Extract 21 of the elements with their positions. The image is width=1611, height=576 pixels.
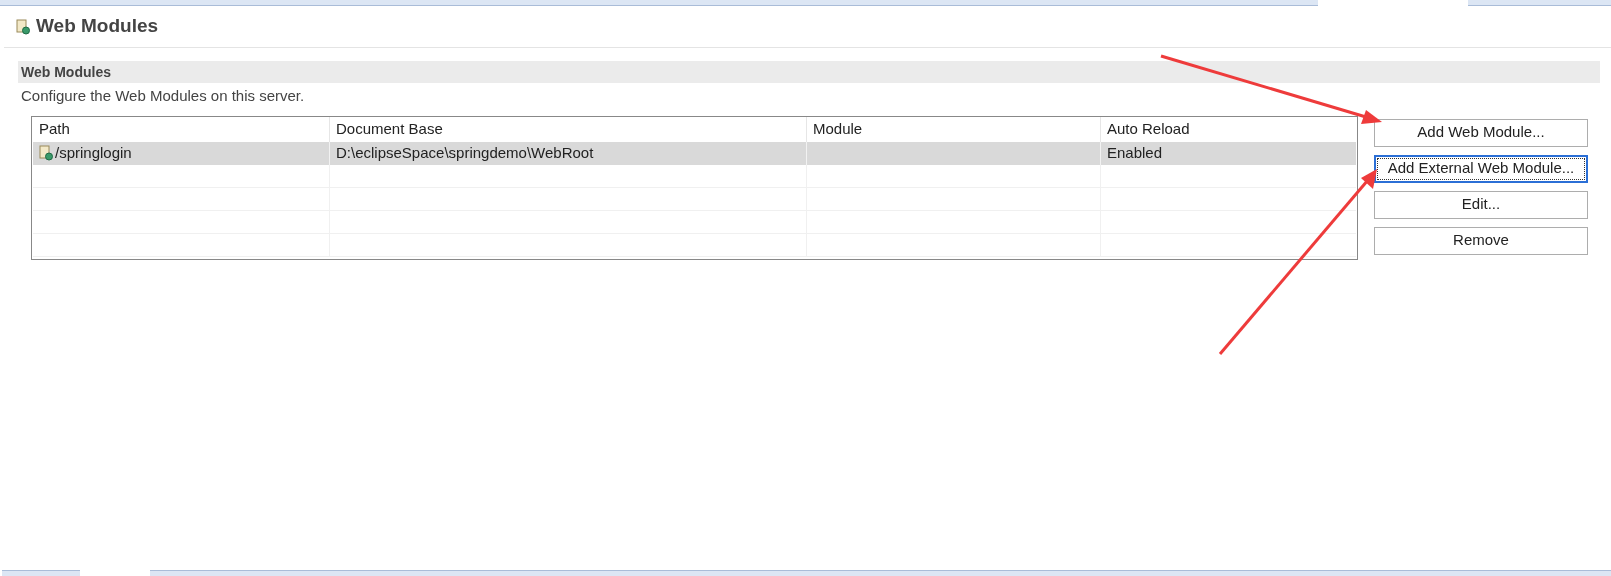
module-icon — [16, 18, 30, 35]
editor-tab[interactable] — [0, 0, 1318, 6]
action-button[interactable]: Remove — [1374, 226, 1588, 255]
section-header: Web Modules — [18, 61, 1600, 83]
action-button[interactable]: Add Web Module... — [1374, 118, 1588, 147]
table-cell-text: Enabled — [1107, 142, 1163, 163]
action-button[interactable]: Add External Web Module... — [1374, 154, 1588, 183]
module-icon — [39, 145, 53, 161]
table-cell-text: D:\eclipseSpace\springdemo\WebRoot — [336, 142, 594, 163]
action-button[interactable]: Edit... — [1374, 190, 1588, 219]
column-header[interactable]: Path — [33, 116, 330, 142]
bottom-tab[interactable] — [2, 570, 80, 576]
section-description: Configure the Web Modules on this server. — [20, 86, 306, 106]
column-header[interactable]: Auto Reload — [1101, 116, 1356, 142]
column-header[interactable]: Document Base — [330, 116, 807, 142]
table-row[interactable]: /springlogin D:\eclipseSpace\springdemo\WebRoot Enabled — [33, 141, 1356, 165]
editor-tab[interactable] — [1468, 0, 1611, 6]
column-header[interactable]: Module — [807, 116, 1101, 142]
table-cell-text: /springlogin — [55, 142, 132, 163]
page-title: Web Modules — [36, 14, 159, 39]
bottom-tab[interactable] — [150, 570, 1611, 576]
